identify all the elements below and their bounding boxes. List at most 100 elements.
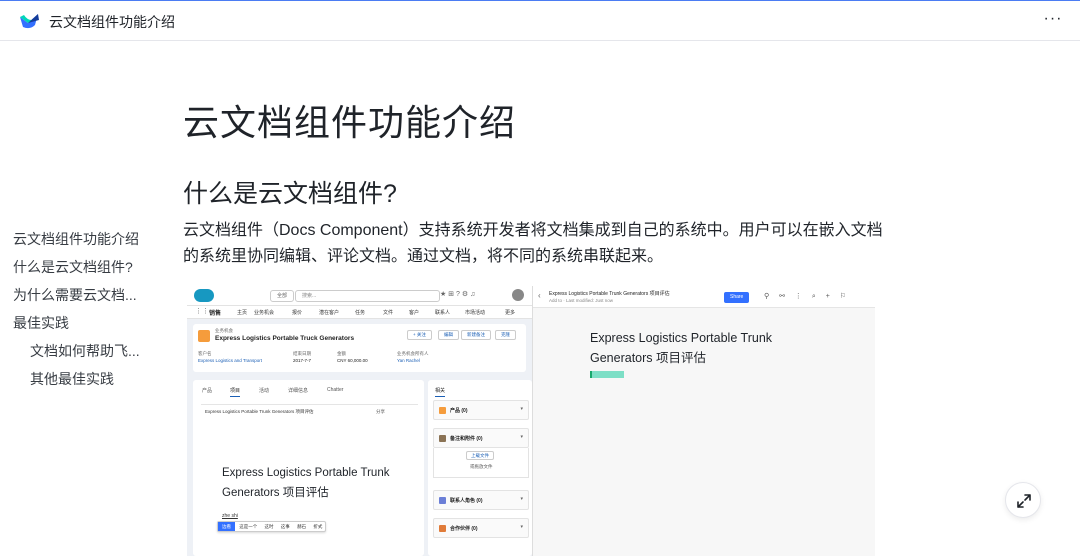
crm-nav: ⋮⋮ 销售 主页 业务机会 报价 潜在客户 任务 文件 客户 联系人 市场活动 … — [187, 306, 532, 319]
related-label: 联系人角色 (0) — [450, 498, 483, 504]
toc-item-what-is[interactable]: 什么是云文档组件? — [13, 254, 163, 282]
embedded-doc: Express Logistics Portable Trunk Generat… — [201, 404, 418, 556]
partner-icon — [439, 525, 446, 532]
cloud-logo-icon — [194, 289, 214, 302]
field-value: Yan Rachel — [397, 358, 420, 363]
nav-item: 联系人 — [435, 310, 451, 316]
embedded-share: 分享 — [376, 409, 385, 414]
upload-button: 上载文件 — [466, 451, 494, 460]
field-label: 结束日期 — [293, 351, 311, 356]
ime-option: 这事 — [280, 524, 290, 529]
related-label: 备注和附件 (0) — [450, 436, 483, 442]
upload-box: 上载文件 或拖放文件 — [433, 448, 529, 478]
nav-item: 潜在客户 — [319, 310, 340, 316]
related-panel: 相关 产品 (0) ▾ 备注和附件 (0) ▾ 上载文件 或拖放文件 联系人角色… — [428, 380, 532, 556]
record-kind: 业务机会 — [215, 328, 233, 333]
more-options-button[interactable]: ··· — [1041, 9, 1065, 33]
field-label: 金额 — [337, 351, 346, 356]
nav-item: 客户 — [409, 310, 420, 316]
toc-item-other-practice[interactable]: 其他最佳实践 — [13, 366, 163, 394]
document-title-header: 云文档组件功能介绍 — [49, 14, 175, 30]
upload-hint: 或拖放文件 — [470, 464, 493, 469]
ime-selected: 边看 — [218, 522, 235, 531]
expand-image-button[interactable] — [1005, 482, 1041, 518]
field-label: 业务机会所有人 — [397, 351, 429, 356]
product-icon — [439, 407, 446, 414]
ime-option: 这是一个 — [239, 524, 258, 529]
table-of-contents: 云文档组件功能介绍 什么是云文档组件? 为什么需要云文档... 最佳实践 文档如… — [13, 226, 163, 394]
record-header: 业务机会 Express Logistics Portable Truck Ge… — [193, 324, 526, 372]
search-scope: 全部 — [270, 290, 294, 302]
toc-item-why-need[interactable]: 为什么需要云文档... — [13, 282, 163, 310]
nav-item: 主页 — [237, 310, 248, 316]
toc-item-best-practice[interactable]: 最佳实践 — [13, 310, 163, 338]
related-item: 产品 (0) ▾ — [433, 400, 529, 420]
record-name: Express Logistics Portable Truck Generat… — [215, 335, 355, 342]
toc-item-docs-help[interactable]: 文档如何帮助飞... — [13, 338, 163, 366]
collaborator-cursor — [590, 371, 624, 378]
lark-logo-icon[interactable] — [18, 11, 40, 31]
chevron-down-icon: ▾ — [520, 524, 523, 530]
related-heading: 相关 — [435, 387, 446, 397]
tab-chatter: Chatter — [327, 387, 344, 393]
nav-item: 更多 — [505, 310, 516, 316]
header-icons: ★ ⊞ ? ⚙ ♫ — [440, 291, 476, 298]
related-item: 联系人角色 (0) ▾ — [433, 490, 529, 510]
ime-option: 折式 — [313, 524, 323, 529]
nav-item: 文件 — [383, 310, 394, 316]
embedded-doc-bar: Express Logistics Portable Trunk Generat… — [205, 409, 314, 414]
body-paragraph: 云文档组件（Docs Component）支持系统开发者将文档集成到自己的系统中… — [183, 222, 883, 265]
chevron-down-icon: ▾ — [520, 434, 523, 440]
doc-editor-heading: Express Logistics Portable Trunk Generat… — [590, 331, 773, 365]
nav-item: 业务机会 — [254, 310, 275, 316]
related-label: 合作伙伴 (0) — [450, 526, 478, 532]
tab-activity: 活动 — [259, 388, 270, 394]
related-item: 备注和附件 (0) ▾ — [433, 428, 529, 448]
field-value: 2017-7-7 — [293, 358, 312, 363]
top-bar: 云文档组件功能介绍 ··· — [0, 0, 1080, 41]
opportunity-icon — [198, 330, 210, 342]
page-title: 云文档组件功能介绍 — [183, 102, 517, 143]
mention-user: zhe shi — [222, 513, 238, 519]
tab-projects: 项目 — [230, 387, 241, 397]
contact-role-icon — [439, 497, 446, 504]
doc-editor-title: Express Logistics Portable Trunk Generat… — [549, 291, 670, 297]
field-value: CNY 60,000.00 — [337, 358, 368, 363]
embedded-doc-title: Express Logistics Portable Trunk Generat… — [222, 467, 390, 499]
app-grid-icon: ⋮⋮ — [195, 308, 209, 315]
embedded-image[interactable]: 全部 搜索... ★ ⊞ ? ⚙ ♫ ⋮⋮ 销售 主页 业务机会 报价 潜在客户… — [187, 286, 875, 556]
nav-item: 任务 — [355, 310, 366, 316]
doc-editor-preview: ‹ Express Logistics Portable Trunk Gener… — [532, 286, 875, 556]
tab-details: 详细信息 — [288, 388, 309, 394]
edit-button: 编辑 — [438, 330, 459, 340]
toc-item-intro[interactable]: 云文档组件功能介绍 — [13, 226, 163, 254]
follow-button: + 关注 — [407, 330, 432, 340]
crm-search: 搜索... — [295, 290, 440, 302]
ime-option: 赫石 — [297, 524, 307, 529]
nav-item: 报价 — [292, 310, 303, 316]
doc-editor-subtitle: Add to · Last modified: Just now — [549, 298, 614, 303]
related-item: 合作伙伴 (0) ▾ — [433, 518, 529, 538]
share-button: Share — [724, 292, 750, 303]
nav-item: 市场活动 — [465, 310, 486, 316]
related-label: 产品 (0) — [450, 408, 468, 414]
new-note-button: 新建备注 — [461, 330, 491, 340]
crm-app-preview: 全部 搜索... ★ ⊞ ? ⚙ ♫ ⋮⋮ 销售 主页 业务机会 报价 潜在客户… — [187, 286, 532, 556]
doc-editor-bar: ‹ Express Logistics Portable Trunk Gener… — [533, 286, 875, 308]
nav-app-name: 销售 — [209, 311, 222, 317]
ime-suggestions: 边看 这是一个 这时 这事 赫石 折式 — [217, 521, 327, 532]
chevron-down-icon: ▾ — [520, 406, 523, 412]
field-value: Express Logistics and Transport — [198, 358, 263, 363]
editor-toolbar-icons: ⚲ ⚯ ⋮ ⌕ + ⚐ — [764, 293, 850, 300]
chevron-down-icon: ▾ — [520, 496, 523, 502]
back-icon: ‹ — [538, 291, 541, 300]
attachment-icon — [439, 435, 446, 442]
expand-icon — [1017, 494, 1031, 508]
crm-header: 全部 搜索... ★ ⊞ ? ⚙ ♫ — [187, 286, 532, 306]
record-tabs-card: 产品 项目 活动 详细信息 Chatter Express Logistics … — [193, 380, 424, 556]
ime-option: 这时 — [264, 524, 274, 529]
tab-products: 产品 — [202, 388, 213, 394]
avatar — [512, 289, 524, 301]
clone-button: 克隆 — [495, 330, 516, 340]
section-heading: 什么是云文档组件? — [183, 180, 397, 208]
